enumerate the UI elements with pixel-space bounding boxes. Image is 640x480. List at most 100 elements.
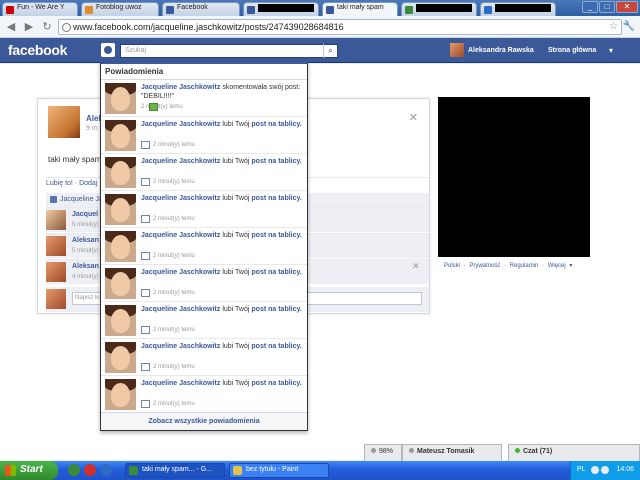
- chat-dock: 98% Mateusz Tomasik Czat (71): [364, 444, 640, 461]
- notification-item[interactable]: Jacqueline Jaschkowitz lubi Twój post na…: [101, 154, 307, 191]
- tab-redacted-3[interactable]: [480, 2, 556, 16]
- notification-time: 2 minut(y) temu: [153, 401, 195, 407]
- like-icon: [141, 400, 150, 408]
- taskbar-item-paint[interactable]: bez tytułu - Paint: [229, 463, 329, 478]
- notification-link[interactable]: post na tablicy.: [251, 195, 301, 202]
- system-tray: PL 14:06: [570, 461, 640, 480]
- notifications-header: Powiadomienia: [101, 64, 307, 80]
- chrome-icon[interactable]: [68, 464, 80, 476]
- notification-actor[interactable]: Jacqueline Jaschkowitz: [141, 158, 220, 165]
- notification-time: 2 minut(y) temu: [153, 142, 195, 148]
- paint-icon: [233, 466, 242, 475]
- profile-link[interactable]: Aleksandra Rawska: [450, 43, 534, 57]
- facebook-logo[interactable]: facebook: [8, 42, 67, 58]
- tab-facebook[interactable]: Facebook: [162, 2, 240, 16]
- avatar[interactable]: [105, 120, 136, 151]
- notification-item[interactable]: Jacqueline Jaschkowitz skomentowała swój…: [101, 80, 307, 117]
- globe-icon: [62, 23, 71, 32]
- search-input[interactable]: Szukaj ⌕: [120, 44, 338, 58]
- volume-icon[interactable]: [601, 466, 609, 474]
- notifications-flyout: Powiadomienia Jacqueline Jaschkowitz sko…: [100, 62, 308, 431]
- home-link[interactable]: Strona główna: [548, 47, 596, 54]
- avatar[interactable]: [105, 268, 136, 299]
- notification-item[interactable]: Jacqueline Jaschkowitz lubi Twój post na…: [101, 339, 307, 376]
- fotoblog-icon: [85, 6, 93, 14]
- notification-actor[interactable]: Jacqueline Jaschkowitz: [141, 232, 220, 239]
- language-indicator[interactable]: PL: [577, 466, 586, 473]
- notification-actor[interactable]: Jacqueline Jaschkowitz: [141, 195, 220, 202]
- avatar[interactable]: [105, 342, 136, 373]
- back-arrow-icon[interactable]: ◀: [4, 20, 18, 34]
- notification-actor[interactable]: Jacqueline Jaschkowitz: [141, 306, 220, 313]
- account-menu-icon[interactable]: ▾: [609, 46, 613, 55]
- like-icon: [141, 215, 150, 223]
- notification-actor[interactable]: Jacqueline Jaschkowitz: [141, 84, 220, 91]
- notification-actor[interactable]: Jacqueline Jaschkowitz: [141, 343, 220, 350]
- notification-item[interactable]: Jacqueline Jaschkowitz lubi Twój post na…: [101, 376, 307, 413]
- reload-icon[interactable]: ↻: [40, 20, 54, 34]
- chat-tab-contact[interactable]: Mateusz Tomasik: [402, 444, 502, 461]
- close-icon[interactable]: ✕: [412, 261, 420, 272]
- avatar[interactable]: [105, 194, 136, 225]
- chat-button[interactable]: Czat (71): [508, 444, 640, 461]
- notification-item[interactable]: Jacqueline Jaschkowitz lubi Twój post na…: [101, 265, 307, 302]
- like-icon: [141, 252, 150, 260]
- bookmark-star-icon[interactable]: ☆: [609, 20, 618, 34]
- notification-link[interactable]: post na tablicy.: [251, 232, 301, 239]
- avatar[interactable]: [105, 231, 136, 262]
- close-window-button[interactable]: ✕: [616, 1, 638, 13]
- notifications-jewel-icon[interactable]: [101, 43, 115, 57]
- notification-link[interactable]: post na tablicy.: [251, 306, 301, 313]
- avatar[interactable]: [46, 262, 66, 282]
- chrome-icon: [129, 466, 138, 475]
- see-all-notifications-link[interactable]: Zobacz wszystkie powiadomienia: [101, 412, 307, 430]
- taskbar-item-chrome[interactable]: taki mały spam... - G...: [125, 463, 225, 478]
- address-bar[interactable]: www.facebook.com/jacqueline.jaschkowitz/…: [58, 19, 622, 35]
- notification-item[interactable]: Jacqueline Jaschkowitz lubi Twój post na…: [101, 302, 307, 339]
- notification-actor[interactable]: Jacqueline Jaschkowitz: [141, 380, 220, 387]
- notification-link[interactable]: post na tablicy.: [251, 380, 301, 387]
- avatar[interactable]: [105, 83, 136, 114]
- ie-icon: [484, 6, 492, 14]
- start-button[interactable]: Start: [0, 461, 58, 480]
- notification-link[interactable]: post na tablicy.: [251, 343, 301, 350]
- maximize-button[interactable]: □: [599, 1, 615, 13]
- avatar[interactable]: [105, 157, 136, 188]
- notification-link[interactable]: post na tablicy.: [251, 158, 301, 165]
- opera-icon[interactable]: [84, 464, 96, 476]
- search-icon[interactable]: ⌕: [323, 44, 337, 58]
- avatar[interactable]: [46, 210, 66, 230]
- tab-redacted-1[interactable]: [243, 2, 319, 16]
- footer-links[interactable]: Polski · Prywatność · Regulamin · Więcej…: [444, 262, 572, 269]
- ie-icon[interactable]: [100, 464, 112, 476]
- comment-icon: [149, 103, 158, 111]
- notification-link[interactable]: post na tablicy.: [251, 269, 301, 276]
- avatar[interactable]: [46, 236, 66, 256]
- tray-icon[interactable]: [591, 466, 599, 474]
- wrench-menu-icon[interactable]: 🔧: [622, 20, 636, 34]
- tab-fotoblog[interactable]: Fotoblog uwoz: [81, 2, 159, 16]
- notification-link[interactable]: post na tablicy.: [251, 121, 301, 128]
- avatar[interactable]: [105, 379, 136, 410]
- tab-redacted-2[interactable]: [401, 2, 477, 16]
- post-timestamp[interactable]: 9 m: [86, 125, 98, 132]
- battery-status[interactable]: 98%: [364, 444, 402, 461]
- forward-arrow-icon[interactable]: ▶: [22, 20, 36, 34]
- notification-item[interactable]: Jacqueline Jaschkowitz lubi Twój post na…: [101, 117, 307, 154]
- notification-actor[interactable]: Jacqueline Jaschkowitz: [141, 269, 220, 276]
- tab-youtube[interactable]: Fun - We Are Y: [2, 2, 78, 16]
- post-author-name[interactable]: Alel: [86, 114, 101, 123]
- notification-meta: 2 minut(y) temu: [141, 326, 195, 334]
- post-author-avatar[interactable]: [48, 106, 80, 138]
- avatar[interactable]: [105, 305, 136, 336]
- notification-meta: 2 minut(y) temu: [141, 252, 195, 260]
- minimize-button[interactable]: _: [582, 1, 598, 13]
- notification-actor[interactable]: Jacqueline Jaschkowitz: [141, 121, 220, 128]
- tab-active-post[interactable]: taki mały spam: [322, 2, 398, 16]
- avatar: [450, 43, 464, 57]
- close-icon[interactable]: ✕: [409, 111, 418, 124]
- notification-item[interactable]: Jacqueline Jaschkowitz lubi Twój post na…: [101, 228, 307, 265]
- notification-text: Jacqueline Jaschkowitz lubi Twój post na…: [141, 343, 302, 350]
- notification-item[interactable]: Jacqueline Jaschkowitz lubi Twój post na…: [101, 191, 307, 228]
- like-icon: [141, 326, 150, 334]
